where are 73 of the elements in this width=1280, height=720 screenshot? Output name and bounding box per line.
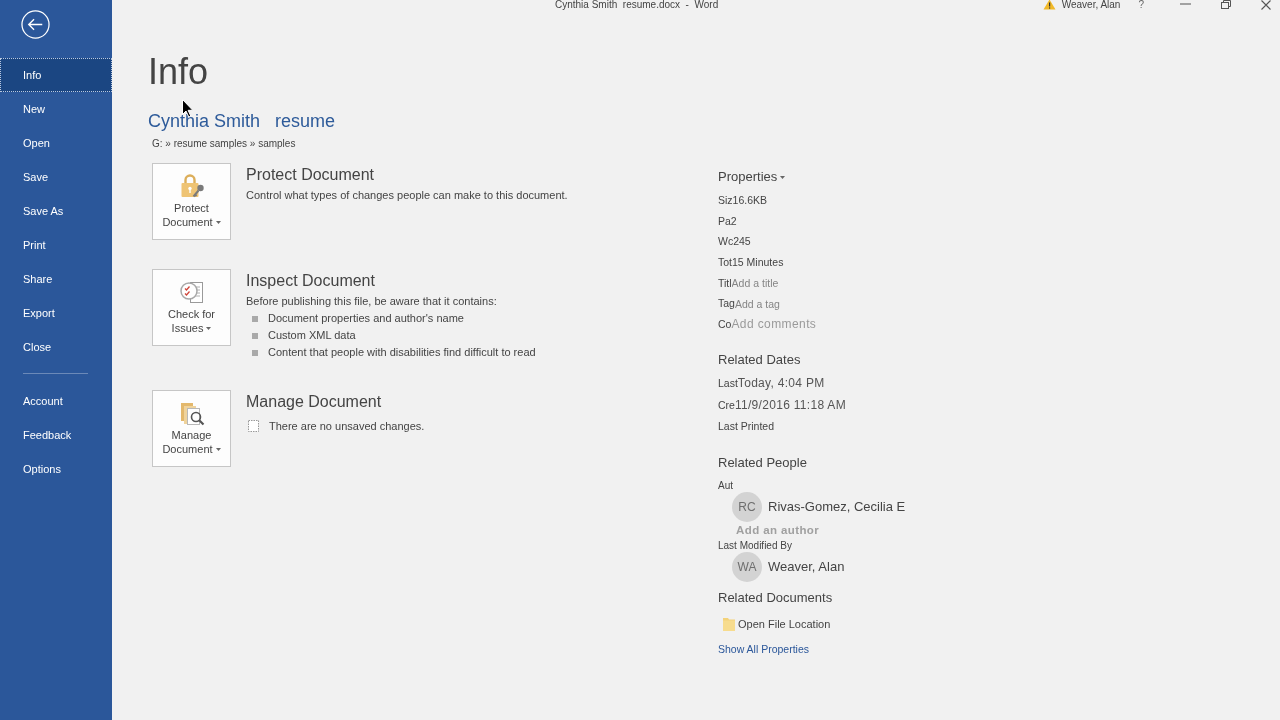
document-icon — [248, 420, 259, 432]
property-label: Titl — [718, 275, 732, 291]
section-button[interactable]: Manage Document — [152, 390, 231, 467]
help-button[interactable]: ? — [1138, 0, 1144, 10]
person-name[interactable]: Weaver, Alan — [768, 559, 845, 575]
property-label: Wc — [718, 234, 734, 250]
page-heading: Info — [148, 52, 210, 92]
property-label: Last Modified By — [718, 539, 793, 552]
sidebar-item[interactable]: Save — [0, 160, 112, 194]
window-title: Cynthia Smith resume.docx - Word — [555, 0, 719, 10]
list-item-text: Content that people with disabilities find difficult to read — [268, 345, 536, 360]
section-description: Before publishing this file, be aware that it contains: — [246, 294, 498, 309]
avatar: WA — [732, 551, 762, 582]
open-file-location-link[interactable]: Open File Location — [718, 613, 831, 634]
property-value: 15 Minutes — [732, 255, 784, 271]
sidebar-item[interactable]: Close — [0, 330, 112, 364]
property-value: 2 — [730, 213, 737, 229]
section-heading: Related People — [718, 453, 808, 472]
input-field[interactable]: Add comments — [731, 316, 872, 333]
list-item-text: Document properties and author's name — [268, 311, 464, 326]
property-label: Co — [718, 317, 732, 333]
status-text: There are no unsaved changes. — [269, 419, 425, 434]
sidebar-item[interactable]: Open — [0, 126, 112, 160]
input-field[interactable]: Add a tag — [734, 295, 875, 312]
sidebar-item[interactable]: New — [0, 92, 112, 126]
folder-icon — [723, 616, 735, 631]
person-name[interactable]: Rivas-Gomez, Cecilia E — [768, 499, 906, 515]
property-label: Tot — [718, 255, 732, 271]
section-button[interactable]: Check for Issues — [152, 269, 231, 346]
avatar: RC — [732, 491, 762, 522]
section-heading: Inspect Document — [246, 271, 376, 291]
bullet-icon — [252, 332, 258, 339]
restore-icon[interactable] — [1221, 0, 1231, 9]
user-name[interactable]: Weaver, Alan — [1061, 0, 1121, 10]
sidebar-item[interactable]: Account — [0, 384, 112, 418]
sidebar-item[interactable]: Feedback — [0, 418, 112, 452]
sidebar-item[interactable]: Info — [0, 58, 112, 92]
section-heading: Related Documents — [718, 588, 834, 607]
caret-icon — [215, 447, 221, 451]
bullet-icon — [252, 315, 258, 322]
show-all-properties-link[interactable]: Show All Properties — [718, 639, 810, 658]
file-path: G: » resume samples » samples — [152, 137, 297, 151]
section-button[interactable]: Protect Document — [152, 163, 231, 240]
bullet-icon — [252, 349, 258, 356]
sidebar-item[interactable]: Options — [0, 452, 112, 486]
section-heading: Protect Document — [246, 165, 376, 185]
date-value: Today, 4:04 PM — [737, 375, 825, 393]
sidebar-item[interactable]: Export — [0, 296, 112, 330]
section-heading: Manage Document — [246, 392, 383, 412]
input-field[interactable]: Add a title — [731, 275, 872, 292]
caret-icon — [215, 220, 221, 224]
caret-icon — [780, 175, 786, 179]
section-description: Control what types of changes people can make to this document. — [246, 188, 568, 203]
list-item-text: Custom XML data — [268, 328, 356, 343]
property-label: Last — [718, 376, 738, 392]
caret-icon — [206, 326, 212, 330]
sidebar-item[interactable]: Share — [0, 262, 112, 296]
property-label: Cre — [718, 397, 735, 413]
property-label: Tag — [718, 296, 735, 312]
properties-dropdown[interactable]: Properties — [718, 168, 786, 186]
close-icon[interactable] — [1261, 0, 1271, 10]
property-value: 16.6KB — [732, 193, 768, 208]
property-label: Pa — [718, 213, 731, 229]
property-label: Last Printed — [718, 419, 775, 435]
document-title: Cynthia Smith resume — [148, 110, 337, 132]
date-value: 11/9/2016 11:18 AM — [734, 396, 846, 414]
sidebar-item[interactable]: Print — [0, 228, 112, 262]
property-label: Siz — [718, 193, 733, 208]
section-heading: Related Dates — [718, 350, 802, 369]
property-value: 245 — [733, 234, 751, 250]
property-label: Aut — [718, 479, 734, 492]
warning-icon[interactable] — [1042, 0, 1056, 10]
sidebar-item[interactable]: Save As — [0, 194, 112, 228]
